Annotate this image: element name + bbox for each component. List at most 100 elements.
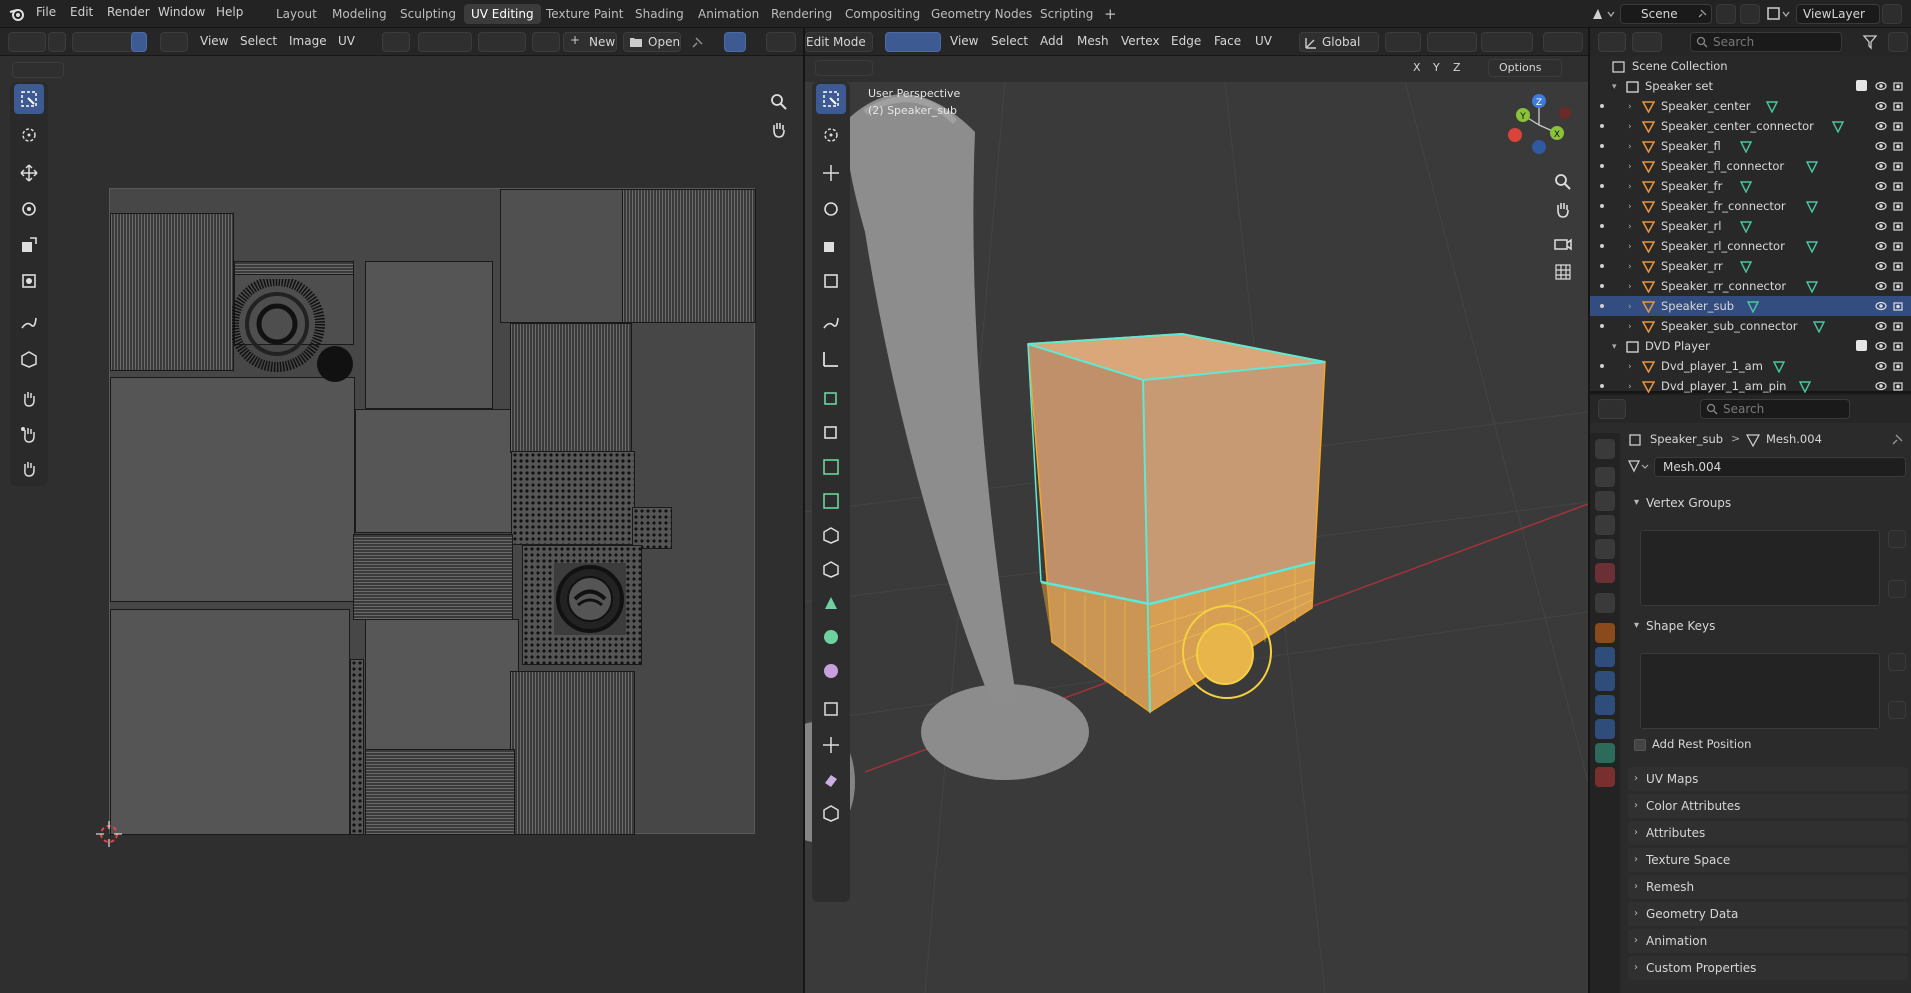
- scene-icon[interactable]: [1590, 5, 1616, 23]
- visibility-eye-icon[interactable]: [1875, 360, 1887, 372]
- render-camera-icon[interactable]: [1893, 200, 1905, 212]
- outliner-row[interactable]: › Speaker_fl_connector: [1590, 156, 1911, 176]
- visibility-eye-icon[interactable]: [1875, 340, 1887, 352]
- zoom-icon[interactable]: [1553, 172, 1573, 192]
- shrink-fatten-tool[interactable]: [816, 730, 846, 760]
- chevron-right-icon[interactable]: ›: [1628, 357, 1632, 377]
- chevron-right-icon[interactable]: ›: [1628, 297, 1632, 317]
- render-camera-icon[interactable]: [1893, 100, 1905, 112]
- visibility-eye-icon[interactable]: [1875, 100, 1887, 112]
- constraints-tab[interactable]: [1595, 719, 1615, 739]
- tool-tab[interactable]: [1595, 439, 1615, 459]
- mesh-data-icon[interactable]: [1740, 141, 1752, 153]
- uv-island[interactable]: [355, 409, 518, 533]
- annotate-tool[interactable]: [816, 308, 846, 338]
- chevron-right-icon[interactable]: ›: [1628, 137, 1632, 157]
- edit-mode-dot-icon[interactable]: [1600, 384, 1604, 388]
- vertex-group-menu-button[interactable]: [1888, 580, 1906, 598]
- edit-mode-dot-icon[interactable]: [1600, 284, 1604, 288]
- add-cube-tool[interactable]: [816, 382, 846, 412]
- axis-y-toggle[interactable]: Y: [1433, 61, 1440, 74]
- chevron-right-icon[interactable]: ›: [1628, 157, 1632, 177]
- pin-icon[interactable]: [1890, 433, 1904, 447]
- pan-hand-icon[interactable]: [769, 120, 789, 140]
- vp-menu-vertex[interactable]: Vertex: [1121, 34, 1160, 48]
- filter-icon[interactable]: [1862, 34, 1882, 50]
- mesh-data-icon[interactable]: [1740, 221, 1752, 233]
- vp-menu-edge[interactable]: Edge: [1171, 34, 1201, 48]
- uv-island[interactable]: [353, 534, 513, 620]
- uv-island[interactable]: [365, 619, 519, 757]
- chevron-right-icon[interactable]: ›: [1628, 117, 1632, 137]
- vp-menu-face[interactable]: Face: [1214, 34, 1241, 48]
- panel-color-attributes[interactable]: › Color Attributes: [1628, 794, 1908, 818]
- new-image-button[interactable]: + New: [563, 32, 617, 52]
- uv-island[interactable]: [110, 609, 350, 835]
- visibility-eye-icon[interactable]: [1875, 220, 1887, 232]
- loop-cut-tool[interactable]: [816, 520, 846, 550]
- mesh-data-icon[interactable]: [1806, 161, 1818, 173]
- uv-island[interactable]: [110, 377, 355, 602]
- modifiers-tab[interactable]: [1595, 647, 1615, 667]
- outliner-row[interactable]: › Speaker_center_connector: [1590, 116, 1911, 136]
- uv-woofer-island[interactable]: [550, 559, 630, 639]
- visibility-eye-icon[interactable]: [1875, 120, 1887, 132]
- menu-render[interactable]: Render: [107, 5, 150, 19]
- render-camera-icon[interactable]: [1893, 80, 1905, 92]
- chevron-right-icon[interactable]: ›: [1628, 317, 1632, 337]
- visibility-eye-icon[interactable]: [1875, 380, 1887, 392]
- panel-shape-keys[interactable]: ▾ Shape Keys: [1628, 614, 1908, 638]
- outliner-row[interactable]: › Speaker_rr_connector: [1590, 276, 1911, 296]
- tab-texture-paint[interactable]: Texture Paint: [539, 4, 630, 24]
- scene-tab[interactable]: [1595, 539, 1615, 559]
- orientation-dropdown[interactable]: Global: [1299, 32, 1379, 52]
- chevron-right-icon[interactable]: ›: [1628, 197, 1632, 217]
- render-camera-icon[interactable]: [1893, 160, 1905, 172]
- edit-mode-dot-icon[interactable]: [1600, 204, 1604, 208]
- tab-rendering[interactable]: Rendering: [764, 4, 839, 24]
- panel-remesh[interactable]: › Remesh: [1628, 875, 1908, 899]
- uv-sync-button[interactable]: [48, 32, 66, 52]
- mesh-data-icon[interactable]: [1806, 241, 1818, 253]
- edit-mode-dot-icon[interactable]: [1600, 144, 1604, 148]
- new-collection-button[interactable]: [1888, 32, 1908, 52]
- vertex-groups-list[interactable]: [1640, 530, 1880, 606]
- tab-modeling[interactable]: Modeling: [325, 4, 394, 24]
- render-camera-icon[interactable]: [1893, 280, 1905, 292]
- new-scene-button[interactable]: [1716, 4, 1736, 24]
- selection-mode-buttons[interactable]: [12, 62, 64, 78]
- tab-shading[interactable]: Shading: [628, 4, 691, 24]
- menu-help[interactable]: Help: [216, 5, 243, 19]
- panel-vertex-groups[interactable]: ▾ Vertex Groups: [1628, 491, 1908, 515]
- menu-file[interactable]: File: [36, 5, 56, 19]
- 3d-viewport[interactable]: Edit Mode View Select Add Mesh Vertex Ed…: [805, 28, 1588, 993]
- select-mode-buttons[interactable]: [815, 60, 873, 76]
- collection-tab[interactable]: [1595, 593, 1615, 613]
- shape-key-menu-button[interactable]: [1888, 701, 1906, 719]
- uv-dome-island[interactable]: [310, 339, 360, 389]
- outliner-row[interactable]: › Speaker_rr: [1590, 256, 1911, 276]
- render-tab[interactable]: [1595, 467, 1615, 487]
- shear-tool[interactable]: [816, 764, 846, 794]
- properties-editor-type-button[interactable]: [1598, 399, 1626, 419]
- render-camera-icon[interactable]: [1893, 120, 1905, 132]
- measure-tool[interactable]: [816, 344, 846, 374]
- pin-icon[interactable]: [1696, 8, 1708, 20]
- chevron-right-icon[interactable]: ›: [1628, 217, 1632, 237]
- edit-mode-dot-icon[interactable]: [1600, 264, 1604, 268]
- cursor-tool[interactable]: [816, 120, 846, 150]
- shape-keys-list[interactable]: [1640, 653, 1880, 729]
- pin-icon[interactable]: [690, 36, 704, 50]
- add-vertex-group-button[interactable]: [1888, 530, 1906, 548]
- mesh-data-icon[interactable]: [1832, 121, 1845, 133]
- mesh-name-field[interactable]: Mesh.004: [1654, 457, 1906, 477]
- add-rest-position-checkbox[interactable]: [1634, 739, 1646, 751]
- gizmo-toggle-button[interactable]: [766, 32, 796, 52]
- render-camera-icon[interactable]: [1893, 320, 1905, 332]
- outliner-row-scene-collection[interactable]: Scene Collection: [1590, 56, 1911, 76]
- rip-region-tool[interactable]: [816, 798, 846, 828]
- chevron-down-icon[interactable]: ▾: [1612, 337, 1617, 357]
- bevel-tool[interactable]: [816, 486, 846, 516]
- edit-mode-dot-icon[interactable]: [1600, 124, 1604, 128]
- visibility-eye-icon[interactable]: [1875, 280, 1887, 292]
